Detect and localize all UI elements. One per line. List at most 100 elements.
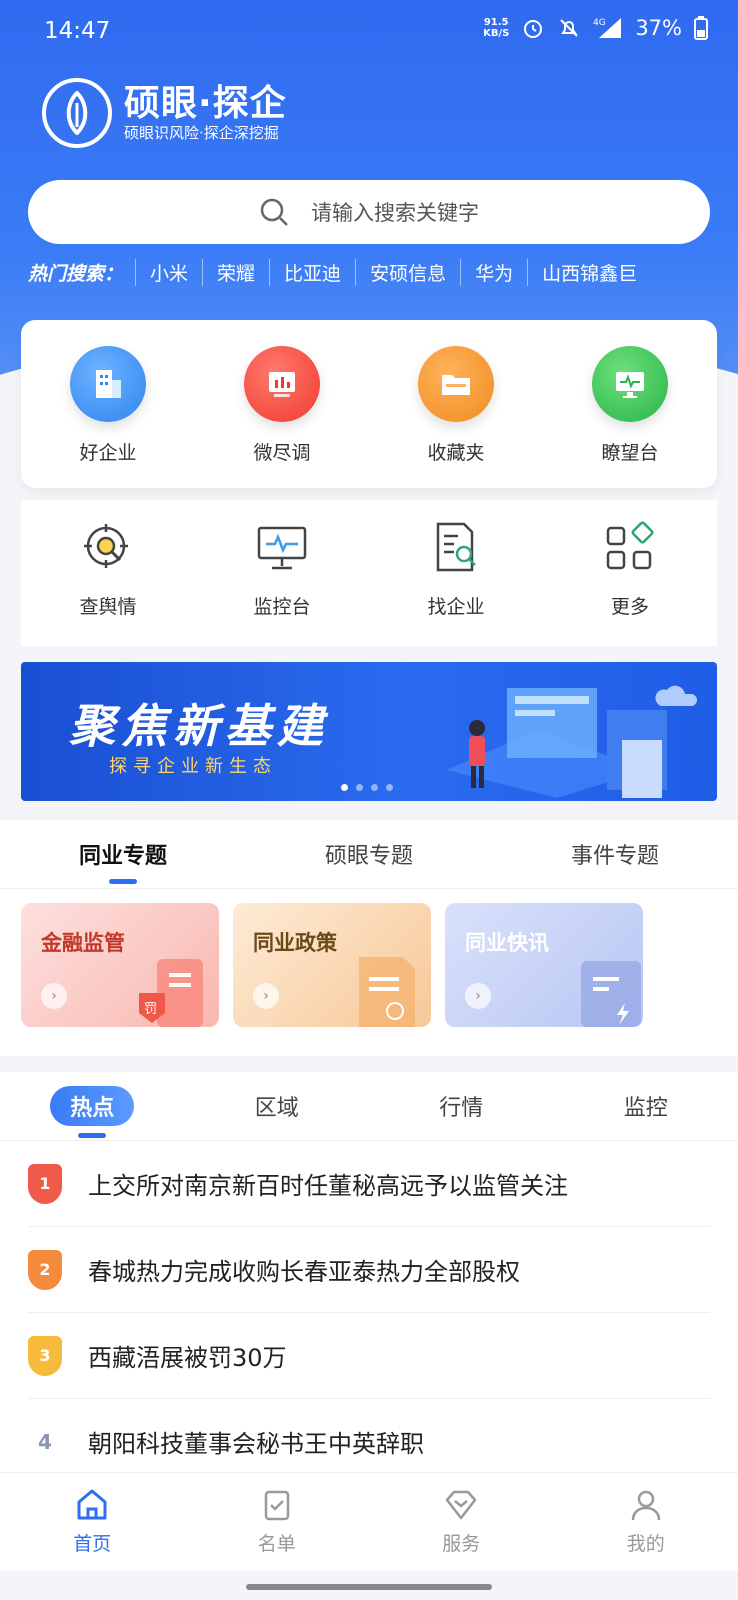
news-title: 春城热力完成收购长春亚泰热力全部股权 bbox=[88, 1258, 520, 1286]
brand-title: 硕眼·探企 bbox=[124, 83, 287, 124]
banner-pager bbox=[341, 784, 393, 791]
status-time: 14:47 bbox=[44, 18, 111, 44]
signal-icon: 4G bbox=[593, 18, 622, 38]
news-title: 西藏浯展被罚30万 bbox=[88, 1344, 287, 1372]
quick-label: 瞭望台 bbox=[601, 442, 659, 464]
search-placeholder: 请输入搜索关键字 bbox=[311, 201, 479, 225]
arrow-right-icon: › bbox=[465, 983, 491, 1009]
nav-list[interactable]: 名单 bbox=[185, 1473, 370, 1571]
rank-number: 4 bbox=[38, 1429, 52, 1454]
hot-search-item[interactable]: 华为 bbox=[460, 259, 527, 286]
battery-icon bbox=[694, 16, 708, 40]
tool-label: 更多 bbox=[610, 596, 649, 618]
folder-icon bbox=[442, 375, 470, 395]
hot-search-item[interactable]: 安硕信息 bbox=[355, 259, 460, 286]
status-bar: 14:47 91.5 KB/S 4G 37% bbox=[0, 0, 738, 64]
alarm-icon bbox=[524, 20, 543, 38]
tab-market[interactable]: 行情 bbox=[369, 1072, 554, 1140]
home-icon bbox=[77, 1489, 107, 1520]
quick-lookout[interactable]: 瞭望台 bbox=[543, 320, 717, 488]
building-icon bbox=[96, 370, 121, 398]
flash-doc-icon bbox=[581, 961, 641, 1027]
target-search-icon bbox=[84, 524, 128, 568]
banner-subtitle: 探寻企业新生态 bbox=[109, 756, 277, 777]
hot-search-item[interactable]: 荣耀 bbox=[202, 259, 269, 286]
tab-region[interactable]: 区域 bbox=[185, 1072, 370, 1140]
svg-text:4G: 4G bbox=[593, 18, 606, 28]
chart-icon bbox=[269, 372, 295, 397]
arrow-right-icon: › bbox=[41, 983, 67, 1009]
logo bbox=[42, 78, 112, 148]
tab-event-topics[interactable]: 事件专题 bbox=[492, 820, 738, 888]
document-search-icon bbox=[436, 522, 476, 572]
pager-dot bbox=[356, 784, 363, 791]
news-title: 朝阳科技董事会秘书王中英辞职 bbox=[88, 1430, 424, 1458]
diamond-icon bbox=[446, 1490, 477, 1520]
news-item[interactable]: 1 上交所对南京新百时任董秘高远予以监管关注 bbox=[28, 1141, 710, 1227]
tab-monitor[interactable]: 监控 bbox=[554, 1072, 738, 1140]
tool-monitor[interactable]: 监控台 bbox=[195, 500, 369, 646]
tool-more[interactable]: 更多 bbox=[543, 500, 717, 646]
bottom-nav: 首页 名单 服务 我的 bbox=[0, 1472, 738, 1571]
grid-icon bbox=[606, 521, 654, 570]
nav-me[interactable]: 我的 bbox=[554, 1473, 738, 1571]
topic-card-industry-news[interactable]: 同业快讯 › bbox=[445, 903, 643, 1027]
checklist-icon bbox=[264, 1490, 289, 1521]
nav-service[interactable]: 服务 bbox=[369, 1473, 554, 1571]
banner-illustration bbox=[447, 685, 697, 798]
brand-subtitle: 硕眼识风险·探企深挖掘 bbox=[124, 124, 279, 142]
pager-dot bbox=[341, 784, 348, 791]
tool-label: 监控台 bbox=[253, 596, 311, 618]
hot-search-item[interactable]: 比亚迪 bbox=[269, 259, 355, 286]
tab-industry-topics[interactable]: 同业专题 bbox=[0, 820, 246, 888]
quick-label: 微尽调 bbox=[253, 442, 311, 464]
pager-dot bbox=[371, 784, 378, 791]
pager-dot bbox=[386, 784, 393, 791]
topic-card-industry-policy[interactable]: 同业政策 › bbox=[233, 903, 431, 1027]
quick-favorites[interactable]: 收藏夹 bbox=[369, 320, 543, 488]
quick-good-company[interactable]: 好企业 bbox=[21, 320, 195, 488]
topic-card-financial-regulation[interactable]: 金融监管 › 罚 bbox=[21, 903, 219, 1027]
news-section: 热点 区域 行情 监控 1 上交所对南京新百时任董秘高远予以监管关注 2 春城热… bbox=[0, 1072, 738, 1472]
home-indicator[interactable] bbox=[246, 1584, 492, 1590]
news-tabs: 热点 区域 行情 监控 bbox=[0, 1072, 738, 1141]
news-item[interactable]: 2 春城热力完成收购长春亚泰热力全部股权 bbox=[28, 1227, 710, 1313]
tab-shuoyan-topics[interactable]: 硕眼专题 bbox=[246, 820, 492, 888]
nav-home[interactable]: 首页 bbox=[0, 1473, 185, 1571]
hot-search-item[interactable]: 小米 bbox=[135, 259, 202, 286]
rank-badge: 2 bbox=[28, 1249, 62, 1290]
tool-row: 查舆情 监控台 找企业 更多 bbox=[21, 500, 717, 646]
quick-actions: 好企业 微尽调 收藏夹 瞭望台 bbox=[21, 320, 717, 488]
tool-label: 查舆情 bbox=[79, 596, 137, 618]
rank-badge: 3 bbox=[28, 1335, 62, 1376]
search-icon bbox=[260, 198, 288, 226]
tool-sentiment[interactable]: 查舆情 bbox=[21, 500, 195, 646]
hot-search-item[interactable]: 山西锦鑫巨 bbox=[527, 259, 651, 286]
monitor-icon bbox=[257, 526, 307, 570]
quick-label: 好企业 bbox=[79, 442, 137, 464]
promo-banner[interactable]: 聚焦新基建 探寻企业新生态 bbox=[21, 662, 717, 801]
hot-search-bar: 热门搜索： 小米 荣耀 比亚迪 安硕信息 华为 山西锦鑫巨 bbox=[28, 259, 728, 286]
search-input[interactable]: 请输入搜索关键字 bbox=[28, 180, 710, 244]
battery-level: 37% bbox=[635, 16, 682, 40]
tool-find-company[interactable]: 找企业 bbox=[369, 500, 543, 646]
quick-due-diligence[interactable]: 微尽调 bbox=[195, 320, 369, 488]
hot-search-title: 热门搜索： bbox=[28, 263, 124, 285]
quick-label: 收藏夹 bbox=[427, 442, 485, 464]
topic-tabs: 同业专题 硕眼专题 事件专题 bbox=[0, 820, 738, 889]
seed-logo-icon bbox=[66, 91, 88, 135]
network-speed: 91.5 KB/S bbox=[483, 17, 510, 39]
news-title: 上交所对南京新百时任董秘高远予以监管关注 bbox=[88, 1172, 568, 1200]
tool-label: 找企业 bbox=[427, 596, 485, 618]
certificate-icon bbox=[359, 957, 415, 1027]
tab-hot[interactable]: 热点 bbox=[0, 1072, 185, 1140]
clipboard-penalty-icon: 罚 bbox=[139, 959, 203, 1027]
news-item[interactable]: 3 西藏浯展被罚30万 bbox=[28, 1313, 710, 1399]
banner-title: 聚焦新基建 bbox=[69, 699, 329, 753]
svg-text:罚: 罚 bbox=[144, 1002, 157, 1017]
topics-section: 同业专题 硕眼专题 事件专题 金融监管 › 罚 同业政策 › 同业快讯 › bbox=[0, 820, 738, 1056]
brand: 硕眼·探企 硕眼识风险·探企深挖掘 bbox=[42, 78, 287, 148]
monitor-icon bbox=[616, 372, 644, 398]
mute-icon bbox=[560, 19, 579, 37]
arrow-right-icon: › bbox=[253, 983, 279, 1009]
